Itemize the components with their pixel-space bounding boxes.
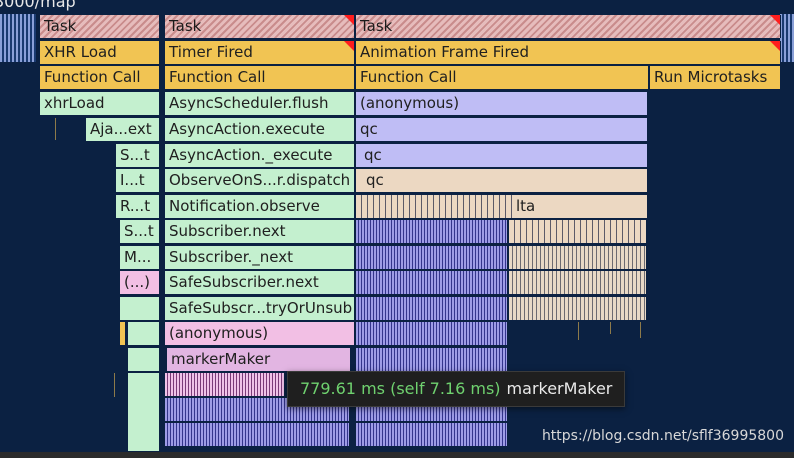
lta-ticks (356, 195, 516, 218)
timer-fired-bar[interactable]: Timer Fired (165, 41, 355, 64)
flame-ticks (356, 423, 508, 446)
watermark-text: https://blog.csdn.net/sflf36995800 (541, 428, 784, 444)
tooltip-name: markerMaker (506, 379, 613, 398)
safesubscriber-tryorunsub-bar[interactable]: SafeSubscr...tryOrUnsub (165, 297, 355, 320)
asyncaction-execute-bar[interactable]: AsyncAction.execute (165, 118, 355, 141)
small-yellow-bar (120, 322, 126, 345)
tooltip-time: 779.61 ms (self 7.16 ms) (300, 379, 501, 398)
task-bar[interactable]: Task (165, 15, 355, 38)
left-small-bar (128, 373, 160, 451)
flame-ticks (509, 246, 647, 269)
flame-ticks (356, 297, 508, 320)
xhr-load-bar[interactable]: XHR Load (40, 41, 160, 64)
left-small-bar (128, 322, 160, 345)
flame-ticks (509, 220, 647, 243)
notification-observe-bar[interactable]: Notification.observe (165, 195, 355, 218)
observeon-dispatch-bar[interactable]: ObserveOnS...r.dispatch (165, 169, 355, 192)
safesubscriber-next-bar[interactable]: SafeSubscriber.next (165, 271, 355, 294)
anonymous-bar[interactable]: (anonymous) (356, 92, 648, 115)
left-small-bar (120, 297, 160, 320)
flame-ticks (509, 297, 647, 320)
asyncaction-private-execute-bar[interactable]: AsyncAction._execute (165, 144, 355, 167)
flame-ticks (356, 246, 508, 269)
m-bar[interactable]: M... (120, 246, 160, 269)
run-microtasks-bar[interactable]: Run Microtasks (650, 66, 781, 89)
activity-strip (0, 14, 36, 62)
i-t-bar[interactable]: I...t (116, 169, 160, 192)
flame-ticks (356, 322, 508, 345)
flame-ticks (165, 423, 350, 446)
animation-frame-fired-bar[interactable]: Animation Frame Fired (356, 41, 781, 64)
ellipsis-bar[interactable]: (...) (120, 271, 160, 294)
task-bar[interactable]: Task (40, 15, 160, 38)
flame-ticks (165, 373, 285, 396)
s-t-bar[interactable]: S...t (116, 144, 160, 167)
markermaker-bar[interactable]: markerMaker (167, 348, 351, 371)
subscriber-private-next-bar[interactable]: Subscriber._next (165, 246, 355, 269)
flame-chart[interactable]: 3000/map Task Task Task XHR Load Timer F… (0, 0, 794, 458)
qc-bar[interactable]: qc (356, 144, 648, 167)
activity-strip (780, 14, 794, 62)
asyncscheduler-flush-bar[interactable]: AsyncScheduler.flush (165, 92, 355, 115)
anonymous-bar[interactable]: (anonymous) (165, 322, 355, 345)
flame-ticks (356, 271, 508, 294)
xhrload-bar[interactable]: xhrLoad (40, 92, 160, 115)
horizontal-scrollbar[interactable] (0, 452, 794, 458)
lta-bar[interactable]: lta (512, 195, 648, 218)
left-small-bar (128, 348, 160, 371)
flame-ticks (509, 271, 647, 294)
qc-bar[interactable]: qc (356, 169, 648, 192)
flame-ticks (356, 348, 508, 371)
function-call-bar[interactable]: Function Call (356, 66, 649, 89)
function-call-bar[interactable]: Function Call (165, 66, 355, 89)
ajax-ext-bar[interactable]: Aja...ext (86, 118, 160, 141)
flame-tooltip: 779.61 ms (self 7.16 ms) markerMaker (287, 371, 626, 407)
flame-ticks (356, 220, 508, 243)
url-fragment: 3000/map (0, 0, 76, 11)
s-t-bar[interactable]: S...t (120, 220, 160, 243)
r-t-bar[interactable]: R...t (116, 195, 160, 218)
subscriber-next-bar[interactable]: Subscriber.next (165, 220, 355, 243)
function-call-bar[interactable]: Function Call (40, 66, 160, 89)
qc-bar[interactable]: qc (356, 118, 648, 141)
task-bar[interactable]: Task (356, 15, 781, 38)
